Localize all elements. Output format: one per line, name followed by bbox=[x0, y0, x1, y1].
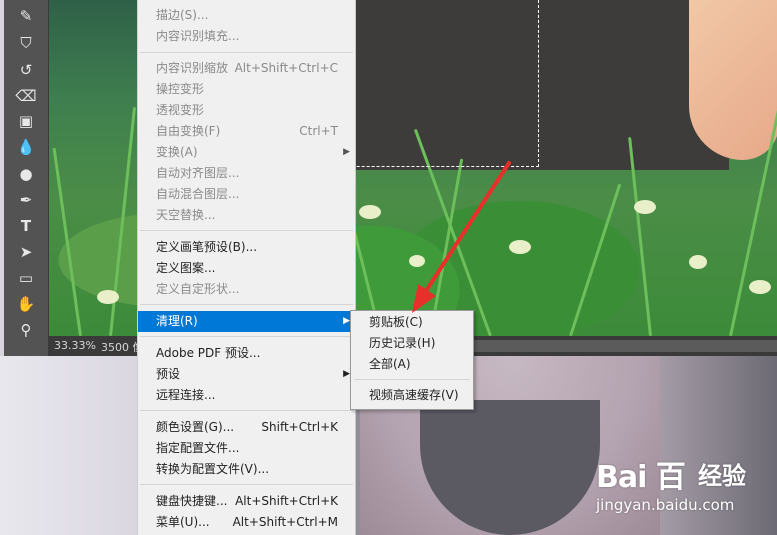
menu-item-menus[interactable]: 菜单(U)... Alt+Shift+Ctrl+M bbox=[138, 512, 355, 533]
submenu-item-histories[interactable]: 历史记录(H) bbox=[351, 333, 473, 354]
gradient-tool-icon[interactable]: ▣ bbox=[14, 111, 38, 131]
menu-separator bbox=[354, 379, 470, 380]
menu-item-define-pattern[interactable]: 定义图案... bbox=[138, 258, 355, 279]
menu-item-adobe-pdf-presets[interactable]: Adobe PDF 预设... bbox=[138, 343, 355, 364]
menu-separator bbox=[140, 230, 353, 231]
clone-stamp-tool-icon[interactable]: ⛉ bbox=[14, 33, 38, 53]
menu-item-purge[interactable]: 清理(R) ▶ bbox=[138, 311, 355, 332]
path-selection-tool-icon[interactable]: ➤ bbox=[14, 242, 38, 262]
hand-tool-icon[interactable]: ✋ bbox=[14, 294, 38, 314]
grass-blade bbox=[52, 147, 82, 336]
grass-blade bbox=[569, 183, 622, 336]
brush-tool-icon[interactable]: ✎ bbox=[14, 6, 38, 26]
menu-item-auto-blend-layers[interactable]: 自动混合图层... bbox=[138, 184, 355, 205]
menu-item-free-transform[interactable]: 自由变换(F) Ctrl+T bbox=[138, 121, 355, 142]
zoom-level[interactable]: 33.33% bbox=[54, 339, 96, 352]
history-brush-tool-icon[interactable]: ↺ bbox=[14, 60, 38, 80]
purge-submenu: 剪贴板(C) 历史记录(H) 全部(A) 视频高速缓存(V) bbox=[350, 310, 474, 410]
baidu-jingyan-watermark: Bai 百 经验 jingyan.baidu.com bbox=[596, 452, 771, 522]
pen-tool-icon[interactable]: ✒ bbox=[14, 190, 38, 210]
menu-item-content-aware-fill[interactable]: 内容识别填充... bbox=[138, 26, 355, 47]
canvas-hand-artwork bbox=[689, 0, 777, 160]
flower-blossom bbox=[634, 200, 656, 214]
menu-item-color-settings[interactable]: 颜色设置(G)... Shift+Ctrl+K bbox=[138, 417, 355, 438]
flower-blossom bbox=[409, 255, 425, 267]
screenshot-root: ✎ ⛉ ↺ ⌫ ▣ 💧 ● ✒ T ➤ ▭ ✋ ⚲ 33.33% 3500 像 … bbox=[0, 0, 777, 535]
menu-item-convert-to-profile[interactable]: 转换为配置文件(V)... bbox=[138, 459, 355, 480]
submenu-arrow-icon: ▶ bbox=[343, 369, 350, 379]
submenu-item-clipboard[interactable]: 剪贴板(C) bbox=[351, 312, 473, 333]
tools-panel: ✎ ⛉ ↺ ⌫ ▣ 💧 ● ✒ T ➤ ▭ ✋ ⚲ bbox=[4, 0, 49, 356]
menu-separator bbox=[140, 484, 353, 485]
menu-item-define-custom-shape[interactable]: 定义自定形状... bbox=[138, 279, 355, 300]
eraser-tool-icon[interactable]: ⌫ bbox=[14, 86, 38, 106]
menu-item-presets[interactable]: 预设 ▶ bbox=[138, 364, 355, 385]
menu-item-puppet-warp[interactable]: 操控变形 bbox=[138, 79, 355, 100]
menu-separator bbox=[140, 304, 353, 305]
photoshop-window: ✎ ⛉ ↺ ⌫ ▣ 💧 ● ✒ T ➤ ▭ ✋ ⚲ 33.33% 3500 像 bbox=[4, 0, 777, 356]
flower-blossom bbox=[749, 280, 771, 294]
menu-item-perspective-warp[interactable]: 透视变形 bbox=[138, 100, 355, 121]
menu-item-stroke[interactable]: 描边(S)... bbox=[138, 5, 355, 26]
menu-item-auto-align-layers[interactable]: 自动对齐图层... bbox=[138, 163, 355, 184]
type-tool-icon[interactable]: T bbox=[14, 216, 38, 236]
submenu-item-video-cache[interactable]: 视频高速缓存(V) bbox=[351, 385, 473, 406]
submenu-arrow-icon: ▶ bbox=[343, 316, 350, 326]
edit-menu: 描边(S)... 内容识别填充... 内容识别缩放 Alt+Shift+Ctrl… bbox=[137, 0, 356, 535]
menu-item-keyboard-shortcuts[interactable]: 键盘快捷键... Alt+Shift+Ctrl+K bbox=[138, 491, 355, 512]
rectangle-tool-icon[interactable]: ▭ bbox=[14, 268, 38, 288]
zoom-tool-icon[interactable]: ⚲ bbox=[14, 320, 38, 340]
flower-blossom bbox=[509, 240, 531, 254]
menu-item-sky-replacement[interactable]: 天空替换... bbox=[138, 205, 355, 226]
submenu-arrow-icon: ▶ bbox=[343, 147, 350, 157]
flower-blossom bbox=[97, 290, 119, 304]
menu-separator bbox=[140, 336, 353, 337]
menu-item-remote-connections[interactable]: 远程连接... bbox=[138, 385, 355, 406]
flower-blossom bbox=[689, 255, 707, 269]
menu-separator bbox=[140, 52, 353, 53]
flower-blossom bbox=[359, 205, 381, 219]
blur-tool-icon[interactable]: 💧 bbox=[14, 137, 38, 157]
menu-item-assign-profile[interactable]: 指定配置文件... bbox=[138, 438, 355, 459]
watermark-url: jingyan.baidu.com bbox=[596, 496, 735, 514]
watermark-brand: Bai 百 bbox=[596, 460, 686, 495]
watermark-title: 经验 bbox=[698, 462, 746, 490]
horizontal-scrollbar[interactable] bbox=[474, 340, 777, 352]
dodge-tool-icon[interactable]: ● bbox=[14, 164, 38, 184]
menu-item-content-aware-scale[interactable]: 内容识别缩放 Alt+Shift+Ctrl+C bbox=[138, 58, 355, 79]
menu-separator bbox=[140, 410, 353, 411]
menu-item-define-brush-preset[interactable]: 定义画笔预设(B)... bbox=[138, 237, 355, 258]
submenu-item-all[interactable]: 全部(A) bbox=[351, 354, 473, 375]
menu-item-transform[interactable]: 变换(A) ▶ bbox=[138, 142, 355, 163]
